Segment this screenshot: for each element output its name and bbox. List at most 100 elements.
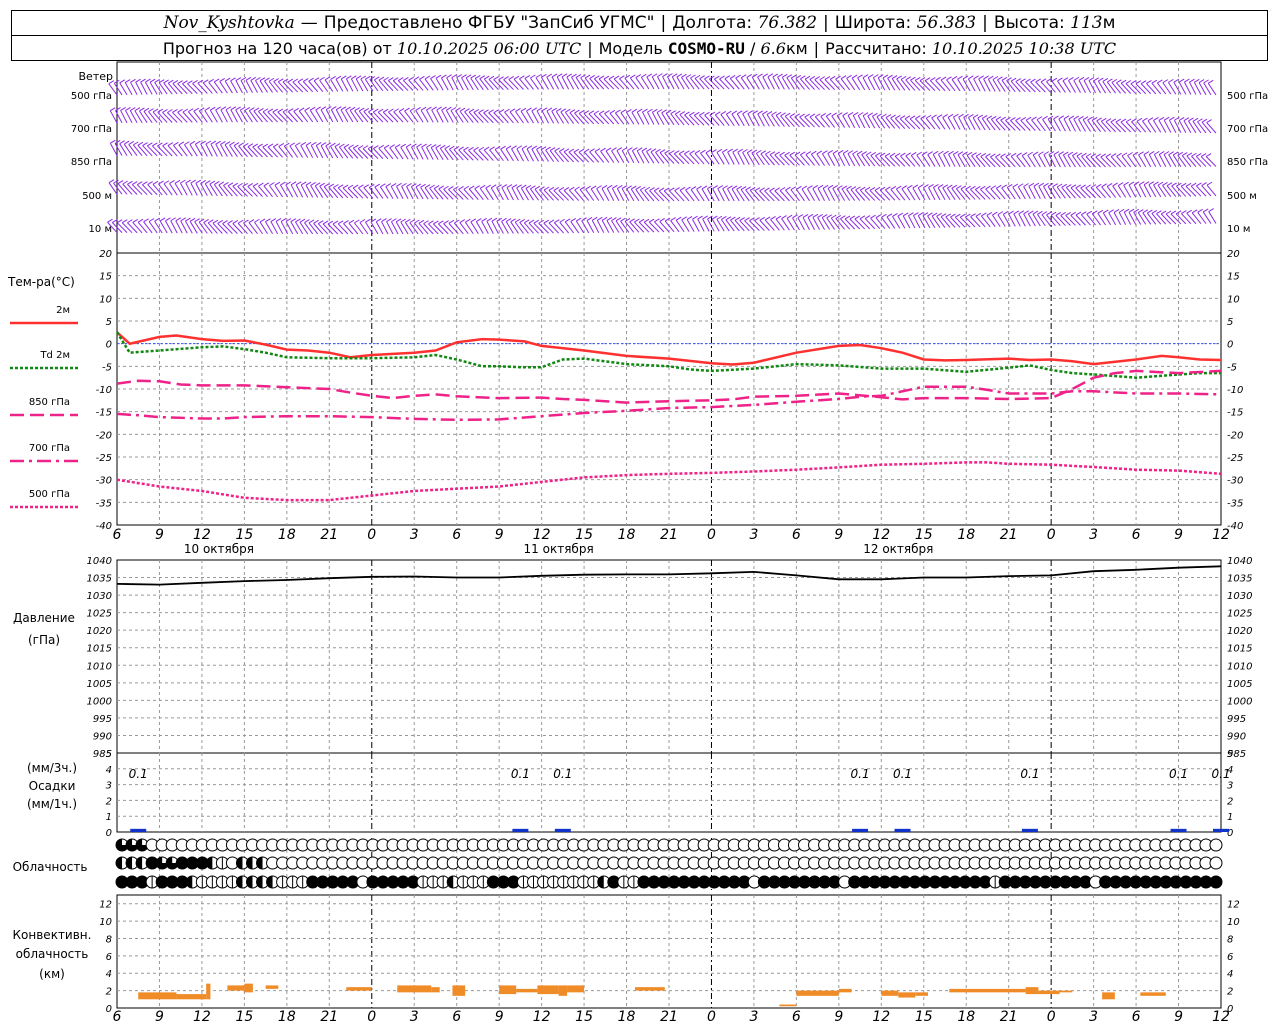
wind-barb [620,220,630,233]
wind-barb [890,117,901,129]
x-tick-label-bottom: 12 [533,1009,551,1024]
wind-barb [1005,120,1016,131]
wind-barb-flag [405,218,411,223]
wind-barb [277,111,288,123]
wind-barb-flag [604,110,610,114]
wind-barb-flag [913,212,919,217]
wind-barb [267,146,278,158]
wind-barb-flag [478,109,484,114]
wind-barb-flag [514,218,521,223]
wind-barb [463,149,474,161]
wind-barb-flag [685,186,691,191]
wind-barb-flag [418,219,425,224]
wind-barb-flag [1028,182,1035,187]
wind-barb-flag [744,217,750,222]
wind-barb [334,146,344,159]
wind-barb-flag [584,74,591,79]
wind-barb [785,189,795,202]
wind-barb-flag [1053,115,1059,120]
conv-cloud-bar [431,987,440,993]
wind-barb-flag [554,219,560,224]
wind-barb-flag [468,146,474,151]
wind-barb-flag [792,214,798,219]
wind-barb-flag [1162,181,1168,186]
wind-barb-flag [629,218,635,223]
wind-barb [519,78,529,90]
wind-barb [588,113,600,125]
wind-barb-flag [790,186,797,191]
wind-barb-flag [608,75,615,80]
wind-barb-flag [690,74,696,79]
wind-barb-flag [1142,117,1148,122]
wind-barb-flag [905,152,912,157]
wind-barb-flag [647,108,653,113]
wind-barb [182,111,193,123]
wind-barb-flag [1070,184,1077,189]
wind-barb-flag [1025,116,1032,121]
wind-barb [885,189,896,201]
wind-barb-flag [634,218,640,223]
wind-barb [252,146,263,158]
wind-barb [478,112,489,124]
wind-barb-flag [488,109,494,114]
wind-barb [870,155,881,167]
wind-barb-flag [840,215,846,220]
wind-barb-flag [990,185,997,190]
wind-barb [563,190,575,201]
wind-barb-flag [1121,152,1128,157]
conv-cloud-bar [635,987,665,991]
precip-ytick-left: 1 [106,812,112,823]
wind-barb-flag [262,108,269,113]
wind-barb [673,153,685,165]
wind-barb-flag [596,185,602,190]
wind-barb-flag [1118,208,1125,213]
wind-barb [337,223,349,235]
wind-barb [665,112,675,126]
wind-barb-flag [1147,117,1154,122]
wind-barb-flag [142,181,148,186]
wind-barb-flag [612,184,618,189]
wind-barb-flag [681,73,687,78]
wind-barb-flag [947,113,954,118]
wind-barb-flag [385,183,392,188]
conv-cloud-bar [779,1004,797,1007]
wind-barb-flag [970,185,976,190]
precip-bar [894,828,911,832]
wind-barb-flag [1128,181,1135,186]
wind-barb-flag [1142,209,1149,214]
wind-barb-flag [413,76,420,81]
wind-barb-flag [1156,210,1162,215]
wind-barb-flag [716,215,723,220]
wind-barb-flag [607,184,613,189]
wind-barb [699,78,710,90]
wind-barb-flag [606,216,613,221]
temp-ytick-left: -15 [96,408,112,419]
wind-barb-flag [1012,183,1019,188]
wind-barb [573,151,585,163]
wind-barb-flag [162,108,168,113]
wind-barb-flag [769,151,776,156]
wind-barb [975,216,986,228]
wind-barb-flag [856,150,863,155]
wind-barb-flag [786,214,793,219]
wind-barb-flag [912,184,919,189]
wind-barb [584,77,595,90]
wind-barb [162,112,173,123]
wind-barb-flag [986,115,993,120]
wind-barb-flag [737,110,743,115]
wind-barb-flag [701,185,708,190]
wind-barb-flag [189,140,196,145]
wind-barb [272,146,283,158]
wind-barb-flag [569,109,576,114]
temp-ytick-right: -20 [1227,430,1243,441]
wind-barb-flag [772,73,779,78]
wind-barb [172,112,183,123]
wind-barb [794,116,805,128]
wind-barb [162,145,173,157]
wind-barb [354,110,364,123]
wind-barb-flag [734,216,741,221]
wind-barb-flag [1157,181,1164,186]
precip-amount-label: 0.1 [129,767,148,781]
wind-barb-flag [215,140,222,145]
wind-barb-flag [842,112,848,116]
